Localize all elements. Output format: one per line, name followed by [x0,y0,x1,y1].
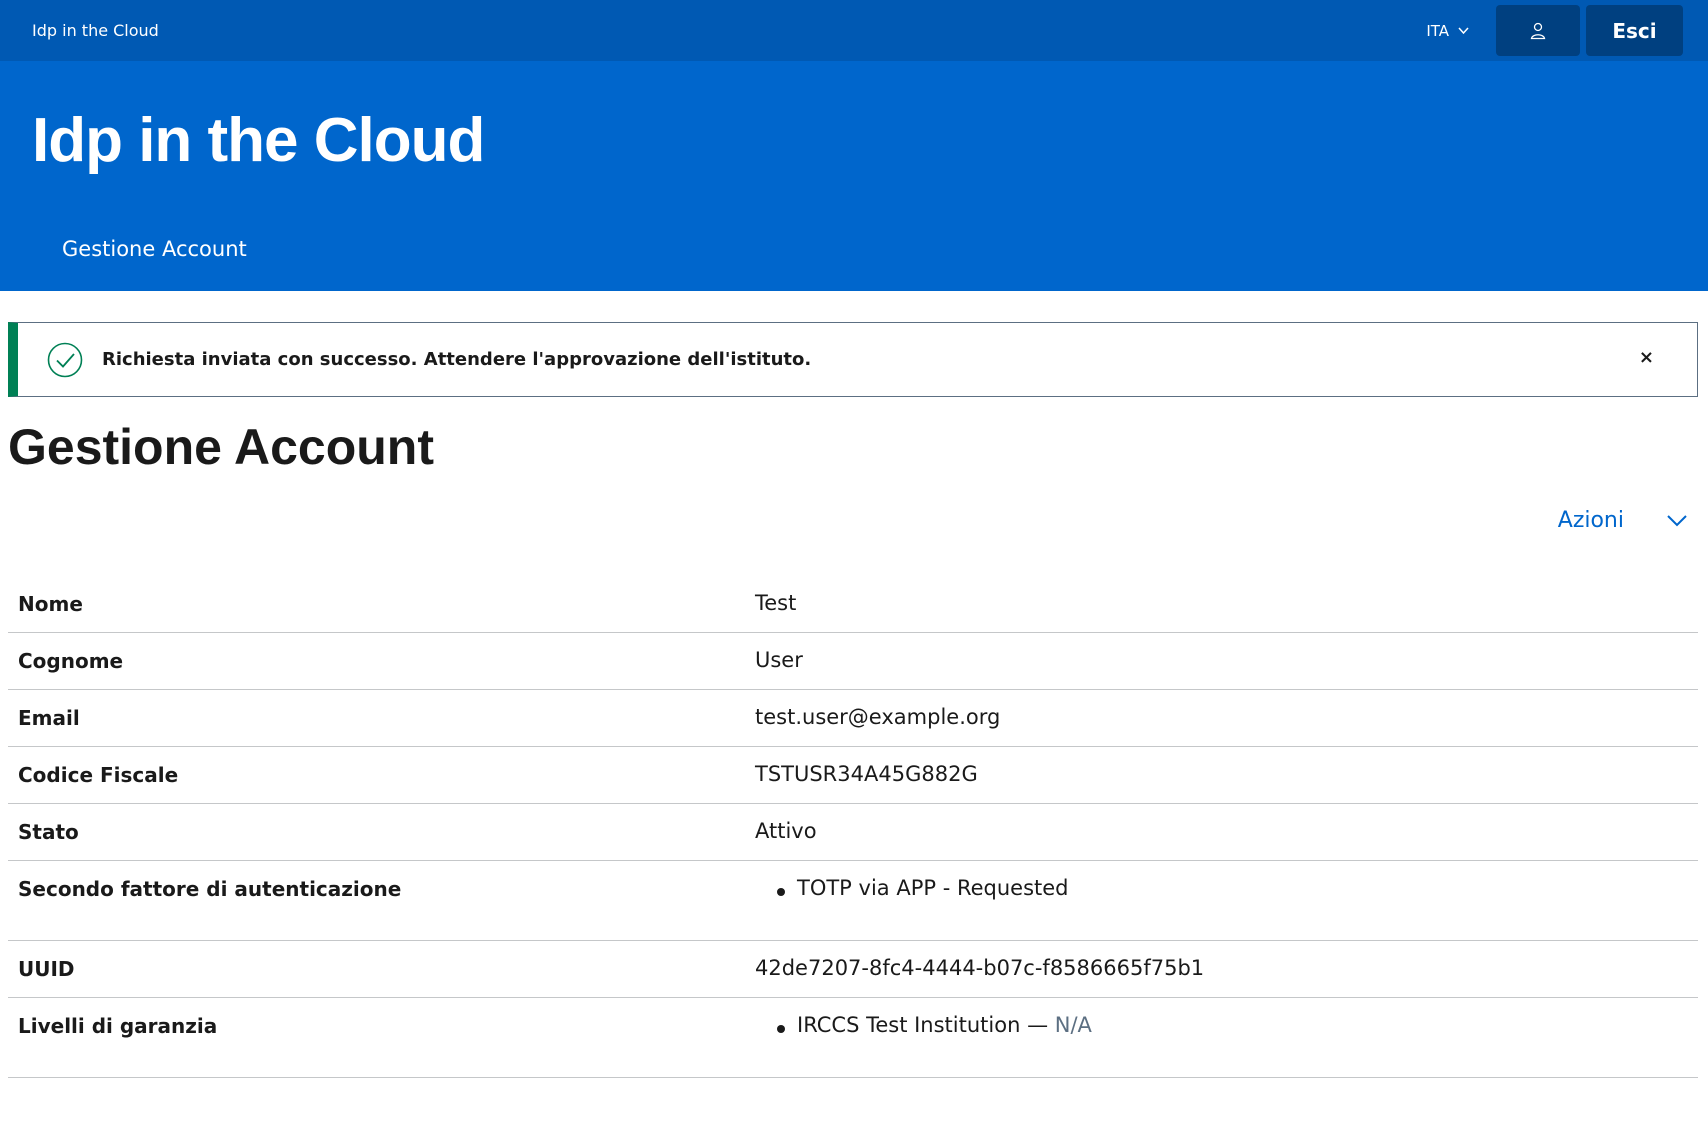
list-item: TOTP via APP - Requested [777,876,1698,900]
table-row: Cognome User [8,633,1698,690]
table-row: Email test.user@example.org [8,690,1698,747]
assurance-levels-list: IRCCS Test Institution — N/A [755,1013,1698,1037]
table-row: UUID 42de7207-8fc4-4444-b07c-f8586665f75… [8,941,1698,998]
user-profile-button[interactable] [1496,5,1580,56]
close-icon[interactable]: × [1639,347,1654,368]
row-label: Livelli di garanzia [18,1014,218,1038]
logout-button[interactable]: Esci [1586,5,1683,56]
account-details-table: Nome Test Cognome User Email test.user@e… [8,576,1698,1078]
nav-item-gestione-account[interactable]: Gestione Account [62,237,247,261]
row-value: test.user@example.org [755,705,1001,729]
row-label: Nome [18,592,83,616]
table-row: Livelli di garanzia IRCCS Test Instituti… [8,998,1698,1078]
actions-dropdown[interactable]: Azioni [1558,508,1688,533]
topbar-brand[interactable]: Idp in the Cloud [32,21,159,40]
hero-header: Idp in the Cloud Gestione Account [0,61,1708,291]
table-row: Codice Fiscale TSTUSR34A45G882G [8,747,1698,804]
table-row: Stato Attivo [8,804,1698,861]
institution-name: IRCCS Test Institution [797,1013,1021,1037]
alert-message: Richiesta inviata con successo. Attender… [102,349,812,370]
chevron-down-icon [1667,514,1687,526]
row-label: UUID [18,957,75,981]
site-title[interactable]: Idp in the Cloud [32,105,485,176]
separator: — [1020,1013,1055,1037]
row-value: Test [755,591,797,615]
page-title: Gestione Account [8,419,434,475]
table-row: Secondo fattore di autenticazione TOTP v… [8,861,1698,941]
check-circle-icon [47,342,83,377]
list-item: IRCCS Test Institution — N/A [777,1013,1698,1037]
topbar: Idp in the Cloud ITA Esci [0,0,1708,61]
row-value: User [755,648,803,672]
row-value: 42de7207-8fc4-4444-b07c-f8586665f75b1 [755,956,1205,980]
success-alert: Richiesta inviata con successo. Attender… [8,322,1698,397]
row-value: Attivo [755,819,817,843]
row-value: TOTP via APP - Requested [755,861,1698,940]
language-label: ITA [1426,21,1449,40]
row-label: Codice Fiscale [18,763,179,787]
row-label: Secondo fattore di autenticazione [18,877,402,901]
user-icon [1530,22,1546,39]
actions-label: Azioni [1557,508,1624,533]
assurance-level: N/A [1054,1013,1092,1037]
language-selector[interactable]: ITA [1426,22,1470,40]
row-value: TSTUSR34A45G882G [755,762,978,786]
row-value: IRCCS Test Institution — N/A [755,998,1698,1077]
second-factor-list: TOTP via APP - Requested [755,876,1698,900]
row-label: Email [18,706,80,730]
chevron-down-icon [1458,27,1469,35]
row-label: Stato [18,820,79,844]
topbar-actions: ITA Esci [1426,0,1683,61]
row-label: Cognome [18,649,124,673]
table-row: Nome Test [8,576,1698,633]
